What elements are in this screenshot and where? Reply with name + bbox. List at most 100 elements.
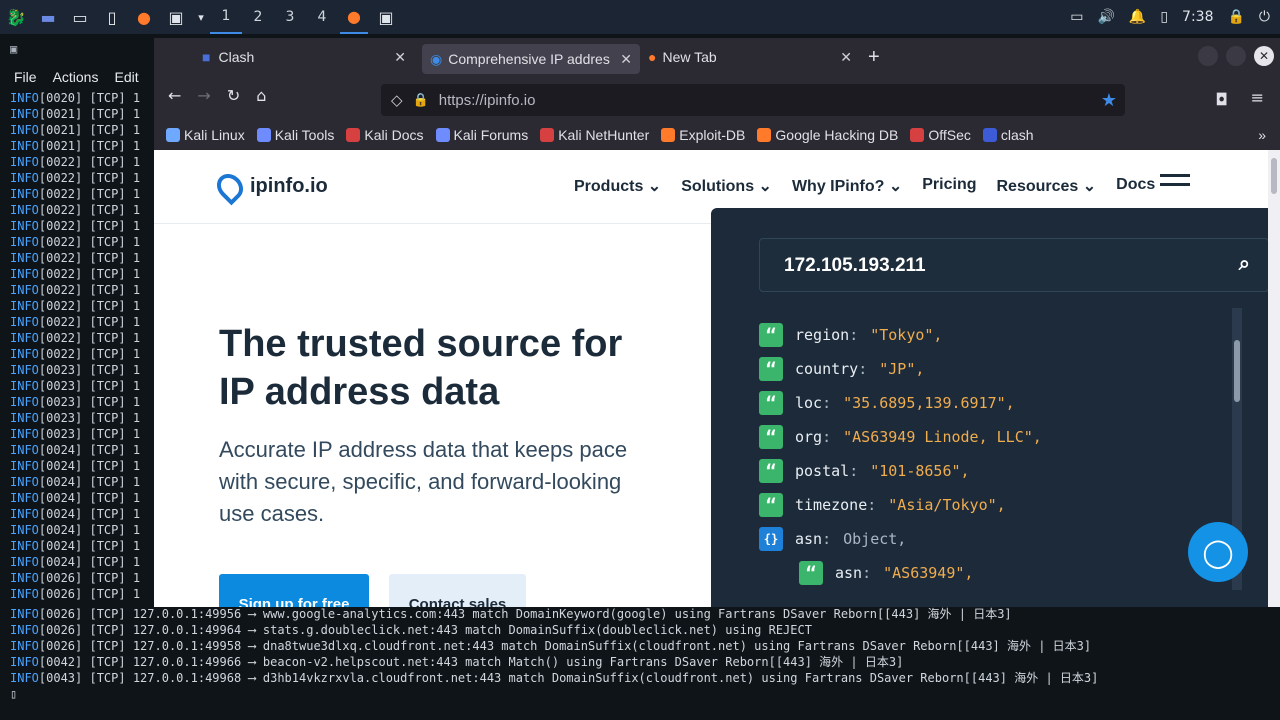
menu-edit[interactable]: Edit — [114, 69, 138, 85]
maximize-button[interactable] — [1226, 46, 1246, 66]
json-row-asn-sub: “ asn: "AS63949", — [759, 556, 1239, 590]
bookmark-star-icon[interactable]: ★ — [1101, 90, 1117, 111]
back-icon[interactable]: ← — [168, 86, 181, 105]
close-icon[interactable]: ✕ — [620, 51, 632, 68]
bookmark-icon — [256, 128, 271, 142]
ip-search-input[interactable]: 172.105.193.211 ⌕ — [759, 238, 1269, 292]
tab-title: Comprehensive IP addres — [448, 51, 610, 67]
clash-tab-icon: ■ — [202, 49, 211, 65]
workspace-2[interactable]: 2 — [242, 0, 274, 34]
bookmark-google-hacking-db[interactable]: Google Hacking DB — [757, 127, 898, 143]
lock-icon[interactable]: 🔒 — [413, 92, 429, 108]
tab-title: Clash — [218, 49, 255, 65]
terminal-line: INFO[0043] [TCP] 127.0.0.1:49968 ⟶ d3hb1… — [10, 671, 1099, 685]
json-row-asn: {} asn: Object, — [759, 522, 1239, 556]
json-value: "Asia/Tokyo", — [888, 496, 1006, 514]
kali-menu-icon[interactable]: 🐉 — [2, 3, 30, 31]
close-icon[interactable]: ✕ — [394, 49, 406, 66]
hero: The trusted source for IP address data A… — [219, 320, 639, 530]
minimize-button[interactable] — [1198, 46, 1218, 66]
menu-file[interactable]: File — [14, 69, 37, 85]
nav-resources[interactable]: Resources ⌄ — [996, 176, 1096, 196]
contact-sales-button[interactable]: Contact sales — [389, 574, 526, 607]
more-bookmarks-icon[interactable]: » — [1258, 127, 1266, 143]
bookmark-kali-nethunter[interactable]: Kali NetHunter — [540, 127, 649, 143]
ipinfo-logo[interactable]: ipinfo.io — [211, 168, 328, 205]
close-icon[interactable]: ✕ — [840, 49, 852, 66]
ipinfo-tab-icon: ◉ — [430, 50, 443, 67]
ip-lookup-panel: 172.105.193.211 ⌕ “region: "Tokyo", “count… — [711, 208, 1280, 607]
terminal-cursor[interactable]: ▯ — [0, 686, 1280, 702]
quote-icon: “ — [759, 459, 783, 483]
bookmark-clash[interactable]: clash — [982, 127, 1034, 143]
nav-docs[interactable]: Docs — [1116, 176, 1155, 196]
url-bar[interactable]: ◇ 🔒 https://ipinfo.io ★ — [381, 84, 1125, 116]
terminal-window-icon[interactable]: ▣ — [372, 3, 400, 31]
firefox-window-icon[interactable]: ● — [340, 0, 368, 34]
quote-icon: “ — [759, 493, 783, 517]
json-object[interactable]: Object, — [843, 530, 906, 548]
signup-button[interactable]: Sign up for free — [219, 574, 369, 607]
workspace-3[interactable]: 3 — [274, 0, 306, 34]
bookmark-icon — [982, 128, 997, 142]
tab-clash[interactable]: ■ Clash ✕ — [154, 38, 414, 76]
url-text[interactable]: https://ipinfo.io — [439, 92, 536, 109]
nav-products[interactable]: Products ⌄ — [574, 176, 661, 196]
reload-icon[interactable]: ↻ — [227, 86, 240, 105]
pocket-icon[interactable]: ◘ — [1215, 90, 1228, 109]
chat-bubble-icon[interactable]: ◯ — [1188, 522, 1248, 582]
quote-icon: “ — [759, 357, 783, 381]
page-scrollbar[interactable] — [1268, 150, 1280, 607]
nav-solutions[interactable]: Solutions ⌄ — [681, 176, 772, 196]
nav-pricing[interactable]: Pricing — [922, 176, 976, 196]
bookmark-kali-linux[interactable]: Kali Linux — [166, 127, 245, 143]
bookmark-kali-tools[interactable]: Kali Tools — [256, 127, 334, 143]
bookmark-kali-docs[interactable]: Kali Docs — [346, 127, 424, 143]
ip-value[interactable]: 172.105.193.211 — [784, 255, 926, 276]
power-icon[interactable]: ⏻ — [1259, 9, 1270, 25]
workspace-1[interactable]: 1 — [210, 0, 242, 34]
terminal-line: INFO[0026] [TCP] 127.0.0.1:49964 ⟶ stats… — [10, 623, 812, 637]
terminal-line: INFO[0026] [TCP] 127.0.0.1:49958 ⟶ dna8t… — [10, 639, 1092, 653]
quote-icon: “ — [759, 425, 783, 449]
json-value: "101-8656", — [870, 462, 970, 480]
lock-icon[interactable]: 🔒 — [1227, 9, 1244, 25]
desktop-icon[interactable]: ▬ — [34, 3, 62, 31]
bookmark-icon — [661, 128, 676, 142]
menu-actions[interactable]: Actions — [53, 69, 99, 85]
menu-icon[interactable]: ≡ — [1251, 88, 1264, 107]
file-manager-icon[interactable]: ▭ — [66, 3, 94, 31]
bookmark-exploit-db[interactable]: Exploit-DB — [661, 127, 745, 143]
workspace-4[interactable]: 4 — [306, 0, 338, 34]
logo-text: ipinfo.io — [250, 175, 328, 197]
firefox-window: ■ Clash ✕ ◉ Comprehensive IP addres ✕ ● … — [154, 38, 1280, 607]
chevron-down-icon[interactable]: ▾ — [194, 3, 208, 31]
new-tab-button[interactable]: + — [860, 38, 888, 76]
shield-icon[interactable]: ◇ — [391, 91, 403, 109]
tab-ipinfo[interactable]: ◉ Comprehensive IP addres ✕ — [422, 44, 640, 74]
bookmark-kali-forums[interactable]: Kali Forums — [435, 127, 528, 143]
firefox-icon[interactable]: ● — [130, 3, 158, 31]
hamburger-menu-icon[interactable] — [1160, 174, 1190, 192]
window-controls: ✕ — [1198, 46, 1274, 66]
search-icon[interactable]: ⌕ — [1239, 253, 1250, 276]
terminal-icon[interactable]: ▣ — [162, 3, 190, 31]
tab-newtab[interactable]: ● New Tab ✕ — [640, 38, 860, 76]
notification-bell-icon[interactable]: 🔔 — [1129, 9, 1146, 25]
location-pin-icon — [211, 168, 249, 205]
text-editor-icon[interactable]: ▯ — [98, 3, 126, 31]
bookmark-offsec[interactable]: OffSec — [910, 127, 971, 143]
screen-icon[interactable]: ▭ — [1070, 9, 1083, 25]
nav-why-ipinfo[interactable]: Why IPinfo? ⌄ — [792, 176, 902, 196]
clock[interactable]: 7:38 — [1182, 9, 1213, 25]
battery-icon[interactable]: ▯ — [1160, 9, 1168, 25]
bookmark-icon — [435, 128, 450, 142]
home-icon[interactable]: ⌂ — [256, 86, 266, 105]
forward-icon[interactable]: → — [197, 86, 210, 105]
quote-icon: “ — [759, 391, 783, 415]
volume-icon[interactable]: 🔊 — [1097, 9, 1114, 25]
bookmarks-bar: Kali Linux Kali Tools Kali Docs Kali Forums… — [154, 122, 1280, 148]
system-tray: ▭ 🔊 🔔 ▯ 7:38 🔒 ⏻ — [1070, 0, 1280, 34]
json-key: loc — [795, 394, 823, 412]
close-window-button[interactable]: ✕ — [1254, 46, 1274, 66]
